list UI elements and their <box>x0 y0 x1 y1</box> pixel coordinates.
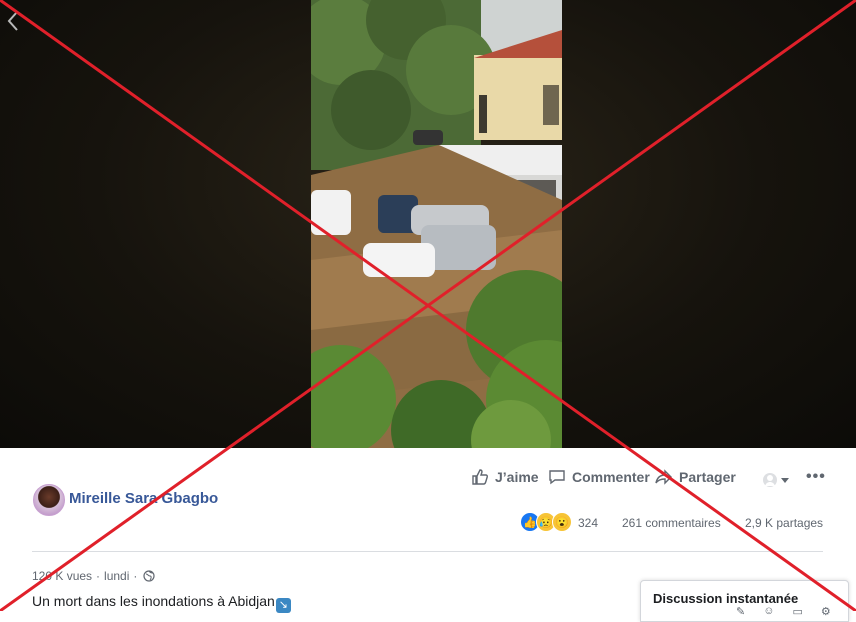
share-label: Partager <box>679 469 736 485</box>
more-options-icon[interactable]: ••• <box>806 466 826 488</box>
comment-label: Commenter <box>572 469 650 485</box>
caption-text: Un mort dans les inondations à Abidjan <box>32 593 275 609</box>
new-message-icon[interactable]: ✎ <box>736 605 745 618</box>
globe-icon <box>143 570 156 582</box>
reaction-count[interactable]: 324 <box>578 516 598 530</box>
like-button[interactable]: J’aime <box>471 466 539 488</box>
post-caption: Un mort dans les inondations à Abidjan ↘ <box>32 593 291 613</box>
meta-separator: · <box>96 569 101 583</box>
post-date[interactable]: lundi <box>104 569 129 583</box>
chat-title[interactable]: Discussion instantanée <box>653 591 798 606</box>
share-button[interactable]: Partager <box>655 466 736 488</box>
avatar[interactable] <box>33 484 65 516</box>
chat-icons: ✎ ☺ ▭ ⚙ <box>736 605 831 618</box>
view-count: 120 K vues <box>32 569 93 583</box>
video-call-icon[interactable]: ▭ <box>792 605 802 618</box>
wow-icon: 😮 <box>552 512 572 532</box>
comment-button[interactable]: Commenter <box>548 466 650 488</box>
post-meta: 120 K vues · lundi · <box>32 569 156 583</box>
divider <box>32 551 823 552</box>
thumbs-up-icon <box>472 469 488 485</box>
profile-chevron-down-icon <box>763 473 789 487</box>
comment-icon <box>549 470 565 485</box>
contacts-icon[interactable]: ☺ <box>763 605 774 618</box>
shares-count[interactable]: 2,9 K partages <box>745 516 823 530</box>
video-player[interactable] <box>0 0 856 448</box>
like-label: J’aime <box>495 469 539 485</box>
meta-separator: · <box>133 569 138 583</box>
comments-count[interactable]: 261 commentaires <box>622 516 721 530</box>
author-name[interactable]: Mireille Sara Gbagbo <box>69 490 218 507</box>
back-chevron-icon[interactable] <box>6 10 26 34</box>
post-as-selector[interactable] <box>762 469 790 491</box>
reaction-icons[interactable]: 👍 😥 😮 <box>520 512 572 532</box>
video-frame <box>311 0 562 448</box>
chat-settings-icon[interactable]: ⚙ <box>821 605 831 618</box>
share-arrow-icon <box>655 469 672 485</box>
chat-widget[interactable]: Discussion instantanée ✎ ☺ ▭ ⚙ <box>640 580 849 622</box>
